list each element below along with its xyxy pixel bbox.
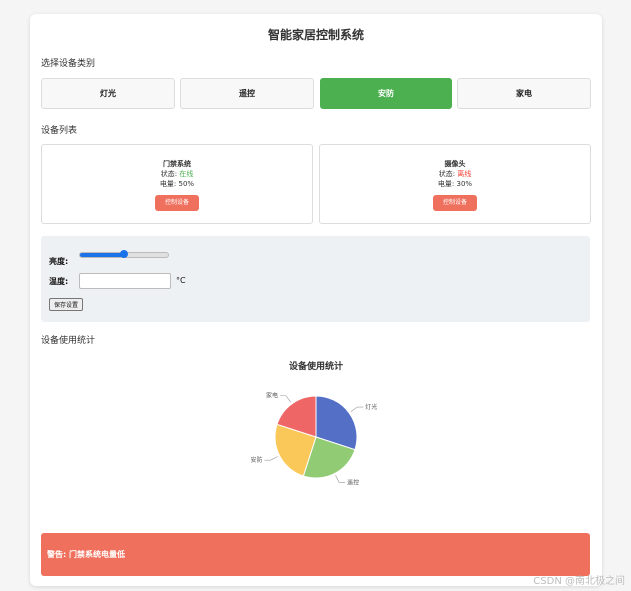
device-card: 摄像头 状态: 离线 电量: 30% 控制设备 bbox=[319, 144, 591, 224]
brightness-slider[interactable] bbox=[79, 250, 169, 258]
chart-title: 设备使用统计 bbox=[288, 362, 343, 372]
pie-label-2: 安防 bbox=[251, 456, 263, 464]
pie-label-1: 遥控 bbox=[347, 478, 359, 486]
device-status: 状态: 离线 bbox=[438, 170, 472, 178]
category-button-light[interactable]: 灯光 bbox=[41, 78, 175, 109]
brightness-label: 亮度: bbox=[49, 257, 69, 266]
slider-fill bbox=[80, 253, 124, 257]
category-button-appliance[interactable]: 家电 bbox=[457, 78, 591, 109]
save-settings-button[interactable]: 保存设置 bbox=[49, 298, 84, 311]
usage-pie-chart: 灯光遥控 安防 家电 bbox=[251, 392, 378, 487]
control-device-button[interactable]: 控制设备 bbox=[432, 195, 477, 211]
control-device-button[interactable]: 控制设备 bbox=[154, 195, 199, 211]
pie-label-line-0 bbox=[350, 406, 364, 412]
slider-handle[interactable] bbox=[120, 250, 128, 258]
pie-label-line-3 bbox=[280, 395, 291, 403]
pie-label-3: 家电 bbox=[266, 392, 278, 400]
pie-label-line-2 bbox=[264, 456, 278, 461]
status-value: 离线 bbox=[457, 170, 472, 178]
device-card: 门禁系统 状态: 在线 电量: 50% 控制设备 bbox=[41, 144, 313, 224]
device-name: 门禁系统 bbox=[163, 160, 191, 168]
device-list-heading: 设备列表 bbox=[41, 126, 78, 136]
temperature-label: 温度: bbox=[49, 277, 69, 286]
category-button-remote[interactable]: 遥控 bbox=[180, 78, 314, 109]
status-value: 在线 bbox=[179, 170, 194, 178]
pie-label-0: 灯光 bbox=[365, 403, 377, 411]
page-title: 智能家居控制系统 bbox=[267, 28, 364, 42]
device-battery: 电量: 30% bbox=[437, 180, 473, 188]
category-heading: 选择设备类别 bbox=[41, 59, 96, 69]
device-status: 状态: 在线 bbox=[160, 170, 194, 178]
main-card: 智能家居控制系统 选择设备类别 灯光 遥控 安防 家电 设备列表 门禁系统 状态… bbox=[30, 14, 602, 586]
device-name: 摄像头 bbox=[444, 160, 466, 168]
pie-label-line-1 bbox=[335, 475, 346, 483]
temperature-input[interactable] bbox=[79, 273, 171, 289]
stats-heading: 设备使用统计 bbox=[41, 336, 96, 346]
device-battery: 电量: 50% bbox=[159, 180, 195, 188]
watermark: CSDN @南北极之间 bbox=[533, 576, 625, 587]
alert-banner: 警告: 门禁系统电量低 bbox=[41, 533, 590, 576]
settings-panel: 亮度: 温度: °C 保存设置 bbox=[41, 236, 590, 322]
category-button-security[interactable]: 安防 bbox=[320, 78, 452, 109]
temperature-unit: °C bbox=[176, 276, 186, 285]
